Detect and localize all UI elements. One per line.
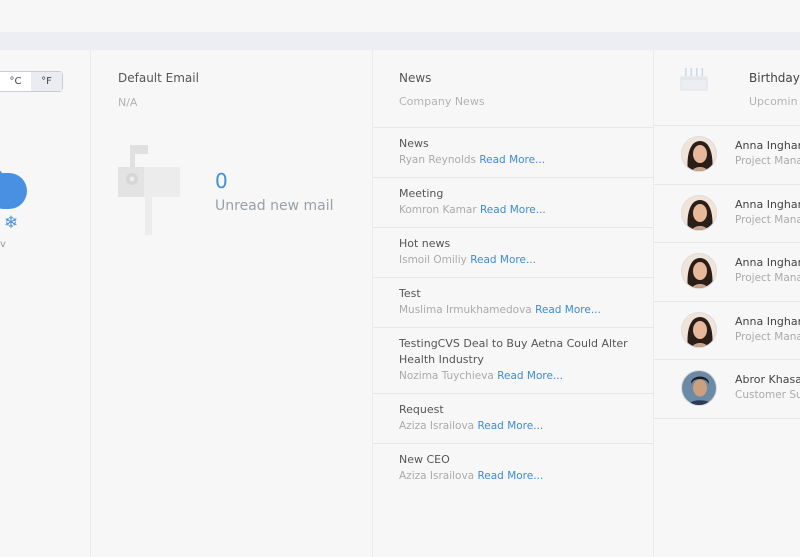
avatar [681,253,717,289]
avatar [681,370,717,406]
avatar [681,194,717,231]
person-name: Anna Inghar [735,197,800,211]
top-bar [0,32,800,50]
news-item-author: Aziza Israilova [399,470,475,482]
news-item-author: Ismoil Omiliy [399,254,467,266]
person-role: Project Mana [735,272,800,284]
news-item-title: Meeting [399,187,444,200]
birthday-person[interactable]: Abror Khasa Customer Su [654,360,800,419]
news-item-title: News [399,137,429,150]
news-widget-title: News [399,71,432,85]
person-name: Anna Inghar [735,314,800,328]
birthday-person[interactable]: Anna Inghar Project Mana [654,185,800,243]
fahrenheit-option[interactable]: °F [31,72,62,91]
dashboard: °C °F ❄ v Default Email N/A 0 Unread new… [0,50,800,557]
news-item-author: Nozima Tuychieva [399,370,494,382]
read-more-link[interactable]: Read More... [477,420,543,432]
column-divider [90,50,91,557]
news-item: TestingCVS Deal to Buy Aetna Could Alter… [373,327,654,393]
read-more-link[interactable]: Read More... [479,154,545,166]
person-name: Abror Khasa [735,373,800,386]
cake-icon [680,65,708,91]
news-header: News Company News [373,50,654,127]
read-more-link[interactable]: Read More... [470,254,536,266]
mailbox-icon [118,145,184,235]
person-name: Anna Inghar [735,139,800,152]
news-item-author: Muslima Irmukhamedova [399,304,532,316]
unread-mail-count[interactable]: 0 [215,169,228,193]
birthday-list: Anna Inghar Project Mana Anna Inghar Pro… [654,126,800,419]
celsius-option[interactable]: °C [0,72,31,91]
read-more-link[interactable]: Read More... [497,370,563,382]
avatar [681,136,717,172]
read-more-link[interactable]: Read More... [535,304,601,316]
news-item-title: Test [399,287,421,300]
read-more-link[interactable]: Read More... [480,204,546,216]
person-role: Project Mana [735,213,800,226]
snowflake-icon: ❄ [4,213,19,233]
weather-label: v [0,239,6,250]
news-item-author: Ryan Reynolds [399,154,476,166]
birthday-person[interactable]: Anna Inghar Project Mana [654,243,800,302]
news-item: New CEO Aziza Israilova Read More... [373,443,654,493]
person-role: Project Mana [735,330,800,343]
news-item-title: New CEO [399,453,450,466]
news-item: Meeting Komron Kamar Read More... [373,177,654,227]
birthday-person[interactable]: Anna Inghar Project Mana [654,126,800,185]
temperature-unit-toggle[interactable]: °C °F [0,71,63,92]
person-role: Project Mana [735,155,800,167]
news-item: News Ryan Reynolds Read More... [373,127,654,177]
news-item: Request Aziza Israilova Read More... [373,393,654,443]
news-list: News Ryan Reynolds Read More... Meeting … [373,127,654,493]
email-widget-title: Default Email [118,71,199,85]
cloud-icon [0,167,27,209]
birthday-widget-subtitle: Upcomin [749,95,798,108]
news-item-title: Request [399,403,444,416]
news-item-author: Komron Kamar [399,204,477,216]
news-item-title: TestingCVS Deal to Buy Aetna Could Alter… [399,337,628,366]
email-address: N/A [118,96,138,109]
person-name: Anna Inghar [735,256,800,269]
birthday-header: Birthday Upcomin [654,50,800,126]
unread-mail-label: Unread new mail [215,198,334,214]
news-item: Hot news Ismoil Omiliy Read More... [373,227,654,277]
birthday-widget-title: Birthday [749,71,800,85]
news-item-title: Hot news [399,237,451,250]
news-item: Test Muslima Irmukhamedova Read More... [373,277,654,327]
person-role: Customer Su [735,389,800,401]
news-widget-subtitle: Company News [399,95,485,108]
avatar [681,311,717,348]
read-more-link[interactable]: Read More... [477,470,543,482]
birthday-person[interactable]: Anna Inghar Project Mana [654,302,800,360]
news-item-author: Aziza Israilova [399,420,475,432]
